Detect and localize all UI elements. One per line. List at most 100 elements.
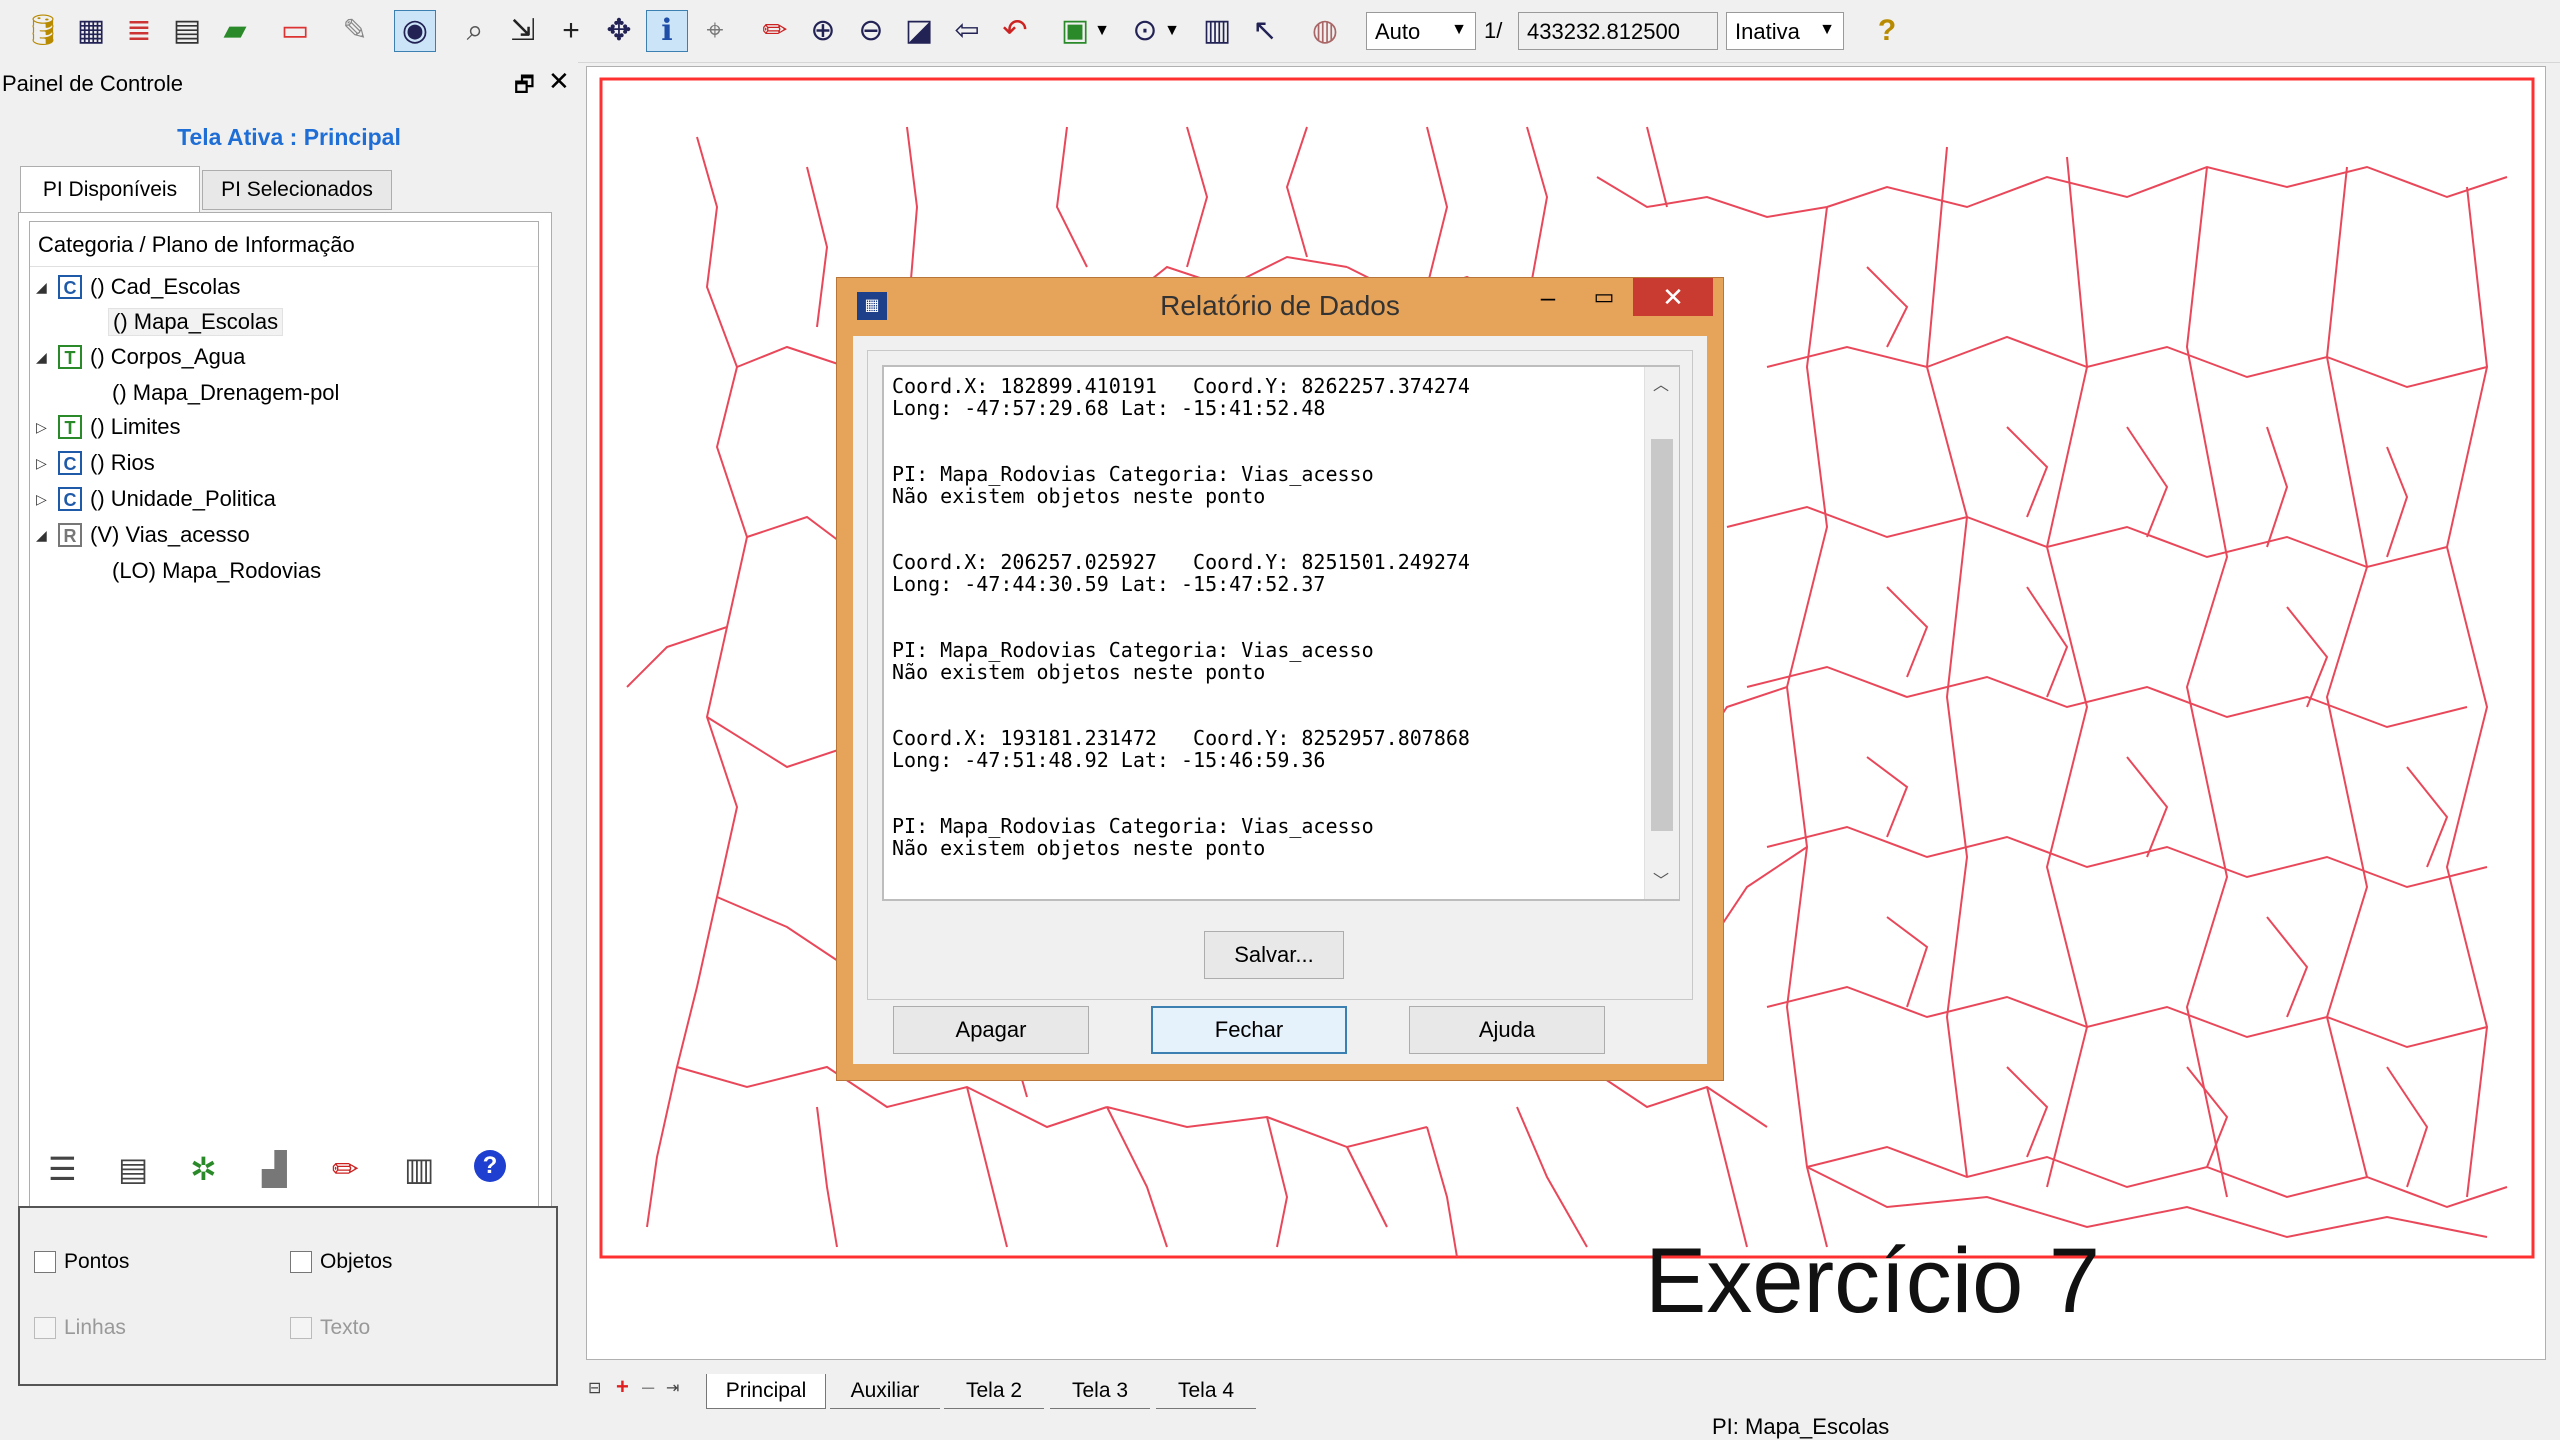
minimize-button[interactable]: –	[1521, 278, 1575, 316]
properties-icon[interactable]: ▤	[118, 1150, 148, 1188]
close-icon[interactable]: ✕	[548, 66, 570, 97]
visualize-icon[interactable]: ✲	[190, 1150, 217, 1188]
report-line: Não existem objetos neste ponto	[892, 836, 1266, 860]
pontos-checkbox[interactable]: Pontos	[34, 1250, 129, 1274]
report-line: Long: -47:57:29.68 Lat: -15:41:52.48	[892, 396, 1326, 420]
maximize-button[interactable]: ▭	[1577, 278, 1631, 316]
tab-tela-3[interactable]: Tela 3	[1050, 1374, 1150, 1409]
objetos-checkbox[interactable]: Objetos	[290, 1250, 392, 1274]
exercise-title: Exercício 7	[1645, 1230, 2101, 1332]
identify-icon[interactable]: ℹ	[646, 10, 688, 52]
arrow-down-right-icon[interactable]: ⇲	[502, 10, 544, 52]
tab-pi-selecionados[interactable]: PI Selecionados	[202, 170, 392, 210]
expand-icon[interactable]: ▷	[36, 455, 58, 472]
close-button[interactable]: ✕	[1633, 278, 1713, 316]
list-icon[interactable]: ☰	[48, 1150, 77, 1188]
tab-pi-disponiveis[interactable]: PI Disponíveis	[20, 166, 200, 212]
help-button[interactable]: Ajuda	[1409, 1006, 1605, 1054]
checkbox-box[interactable]	[34, 1251, 56, 1273]
tree-item-label: (LO) Mapa_Rodovias	[112, 558, 322, 583]
select-icon[interactable]: ⌖	[694, 10, 736, 52]
panel-title: Painel de Controle	[2, 71, 184, 96]
pin-icon[interactable]: ✎	[334, 10, 376, 52]
report-textarea[interactable]: Coord.X: 182899.410191 Coord.Y: 8262257.…	[882, 365, 1680, 901]
report-line	[892, 419, 1642, 441]
scroll-up-icon[interactable]: ︿	[1653, 371, 1669, 395]
close-dialog-button[interactable]: Fechar	[1151, 1006, 1347, 1054]
view-icon[interactable]: ▦	[70, 10, 112, 52]
chart-icon[interactable]: ▟	[262, 1150, 287, 1188]
scale-value-field[interactable]: 433232.812500	[1518, 12, 1718, 50]
scale-mode-select[interactable]: Auto ▼	[1366, 12, 1476, 50]
dialog-titlebar[interactable]: ▦ Relatório de Dados – ▭ ✕	[837, 278, 1723, 334]
pencil-icon[interactable]: ✏	[754, 10, 796, 52]
float-icon[interactable]: 🗗	[514, 68, 535, 106]
expand-icon[interactable]: ◢	[36, 349, 58, 366]
status-bar: PI: Mapa_Escolas	[0, 1414, 2560, 1440]
plus-icon[interactable]: +	[550, 10, 592, 52]
zoom-dropdown-arrow-icon[interactable]: ▼	[1160, 10, 1184, 52]
scroll-thumb[interactable]	[1651, 439, 1673, 831]
chevron-down-icon: ▼	[1819, 21, 1835, 38]
remove-screen-icon[interactable]: –	[642, 1374, 654, 1400]
tab-tela-2[interactable]: Tela 2	[944, 1374, 1044, 1409]
help-icon[interactable]: ?	[474, 1150, 506, 1182]
report-line	[892, 771, 1642, 793]
tree-item-limites[interactable]: ▷ T () Limites	[36, 414, 180, 440]
visibility-options: Pontos Objetos Linhas Texto	[18, 1206, 558, 1386]
panel-header: Painel de Controle 🗗 ✕	[0, 62, 578, 105]
expand-icon[interactable]: ◢	[36, 527, 58, 544]
first-icon[interactable]: ⊟	[588, 1378, 601, 1398]
report-line: PI: Mapa_Rodovias Categoria: Vias_acesso	[892, 638, 1374, 662]
eraser-icon[interactable]: ▰	[214, 10, 256, 52]
help-icon[interactable]: ?	[1866, 10, 1908, 52]
tree-item-unidade-politica[interactable]: ▷ C () Unidade_Politica	[36, 486, 276, 512]
expand-icon[interactable]: ◢	[36, 279, 58, 296]
tree-item-mapa-rodovias[interactable]: (LO) Mapa_Rodovias	[112, 558, 321, 584]
legend-icon[interactable]: ▥	[404, 1150, 434, 1188]
zoom-out-icon[interactable]: ⊖	[850, 10, 892, 52]
zoom-area-icon[interactable]: ◪	[898, 10, 940, 52]
add-screen-icon[interactable]: +	[616, 1374, 629, 1400]
palette-icon[interactable]: ◍	[1304, 10, 1346, 52]
tree-item-cad-escolas[interactable]: ◢ C () Cad_Escolas	[36, 274, 240, 300]
tree-item-label: () Corpos_Agua	[90, 344, 246, 369]
state-select[interactable]: Inativa ▼	[1726, 12, 1844, 50]
frame-icon[interactable]: ▭	[274, 10, 316, 52]
pin-tab-icon[interactable]: ⇥	[666, 1378, 679, 1398]
zoom-in-icon[interactable]: ⊕	[802, 10, 844, 52]
undo-icon[interactable]: ↶	[994, 10, 1036, 52]
checkbox-box	[290, 1317, 312, 1339]
tree-item-mapa-escolas[interactable]: () Mapa_Escolas	[108, 308, 284, 336]
scroll-down-icon[interactable]: ﹀	[1653, 867, 1669, 891]
layers-icon[interactable]: ≣	[118, 10, 160, 52]
cursor-icon[interactable]: ↖	[1244, 10, 1286, 52]
checkbox-box[interactable]	[290, 1251, 312, 1273]
tree-item-mapa-drenagem[interactable]: () Mapa_Drenagem-pol	[112, 380, 339, 406]
draw-mode-dropdown-icon[interactable]: ▼	[1090, 10, 1114, 52]
back-icon[interactable]: ⇦	[946, 10, 988, 52]
checkbox-label: Pontos	[64, 1250, 130, 1273]
raster-icon[interactable]: ▥	[1196, 10, 1238, 52]
tab-principal[interactable]: Principal	[706, 1374, 826, 1409]
tree-item-rios[interactable]: ▷ C () Rios	[36, 450, 155, 476]
checkbox-box	[34, 1317, 56, 1339]
report-scrollbar[interactable]: ︿ ﹀	[1644, 367, 1679, 899]
report-line	[892, 683, 1642, 705]
tab-auxiliar[interactable]: Auxiliar	[830, 1374, 940, 1409]
expand-icon[interactable]: ▷	[36, 419, 58, 436]
expand-icon[interactable]: ▷	[36, 491, 58, 508]
clear-button[interactable]: Apagar	[893, 1006, 1089, 1054]
checkbox-label: Linhas	[64, 1316, 126, 1339]
info-tool-icon[interactable]: ◉	[394, 10, 436, 52]
tree-item-vias-acesso[interactable]: ◢ R (V) Vias_acesso	[36, 522, 250, 548]
edit-icon[interactable]: ✏	[332, 1150, 359, 1188]
tree-header-label: Categoria / Plano de Informação	[38, 232, 355, 257]
database-icon[interactable]: 🛢	[22, 10, 64, 52]
save-button[interactable]: Salvar...	[1204, 931, 1344, 979]
pan-icon[interactable]: ✥	[598, 10, 640, 52]
magnifier-icon[interactable]: ⌕	[454, 10, 496, 52]
tree-item-corpos-agua[interactable]: ◢ T () Corpos_Agua	[36, 344, 245, 370]
table-icon[interactable]: ▤	[166, 10, 208, 52]
tab-tela-4[interactable]: Tela 4	[1156, 1374, 1256, 1409]
